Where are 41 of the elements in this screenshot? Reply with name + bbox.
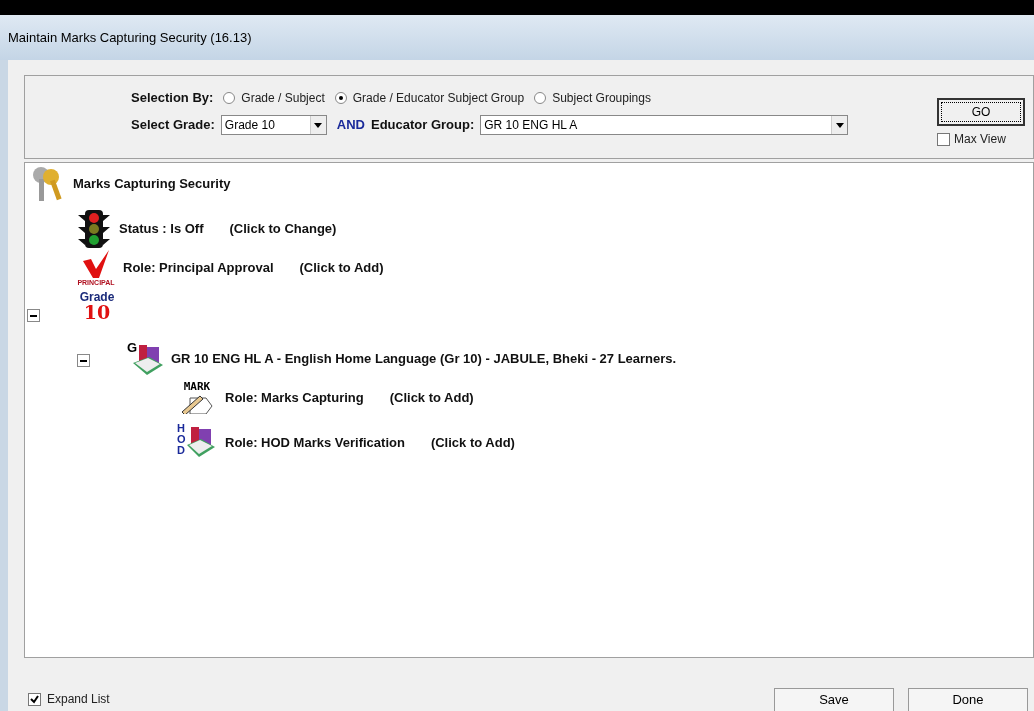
window-title: Maintain Marks Capturing Security (16.13): [8, 28, 252, 47]
tree-node-label[interactable]: GR 10 ENG HL A - English Home Language (Gr 10) - JABULE, Bheki - 27 Learners.: [171, 349, 677, 369]
tree-node-label[interactable]: Status : Is Off: [119, 219, 204, 239]
radio-label: Grade / Subject: [241, 90, 325, 107]
icon-label: MARK: [183, 381, 211, 392]
grade-dropdown[interactable]: Grade 10: [220, 115, 327, 135]
checkbox-label: Max View: [954, 131, 1006, 148]
done-button[interactable]: Done: [908, 688, 1028, 711]
tree-node-label[interactable]: Role: Marks Capturing: [225, 387, 364, 408]
save-button[interactable]: Save: [774, 688, 894, 711]
checkbox-label: Expand List: [47, 691, 110, 708]
radio-label: Grade / Educator Subject Group: [352, 90, 525, 107]
icon-label: 10: [83, 303, 111, 322]
field-label: Selection By:: [131, 89, 214, 108]
checkmark-icon: [81, 249, 111, 279]
minus-icon: [80, 359, 87, 362]
tree-node-label[interactable]: Role: HOD Marks Verification: [225, 433, 405, 453]
click-action-link[interactable]: (Click to Add): [430, 433, 515, 453]
icon-label: Grade: [79, 291, 115, 303]
icon-label: HOD: [177, 423, 187, 458]
checkbox[interactable]: [937, 132, 950, 146]
click-action-link[interactable]: (Click to Add): [389, 387, 474, 408]
radio-label: Subject Groupings: [552, 90, 651, 107]
radio-button[interactable]: [223, 92, 236, 104]
icon-label: G: [127, 341, 138, 354]
and-label: AND: [336, 116, 365, 135]
collapse-button[interactable]: [27, 309, 40, 322]
tree-node-label[interactable]: Marks Capturing Security: [73, 174, 231, 194]
go-button[interactable]: GO: [937, 98, 1025, 126]
checkbox[interactable]: [28, 692, 41, 706]
educator-group-dropdown[interactable]: GR 10 ENG HL A: [480, 115, 849, 135]
radio-button[interactable]: [534, 92, 547, 104]
traffic-light-icon: [77, 209, 111, 249]
tree-node-label[interactable]: Role: Principal Approval: [123, 257, 274, 278]
minus-icon: [30, 314, 37, 317]
field-label: Educator Group:: [371, 116, 475, 135]
click-action-link[interactable]: (Click to Add): [299, 257, 384, 278]
collapse-button[interactable]: [77, 354, 90, 367]
radio-button[interactable]: [334, 92, 347, 104]
field-label: Select Grade:: [131, 116, 215, 135]
click-action-link[interactable]: (Click to Change): [229, 219, 337, 239]
